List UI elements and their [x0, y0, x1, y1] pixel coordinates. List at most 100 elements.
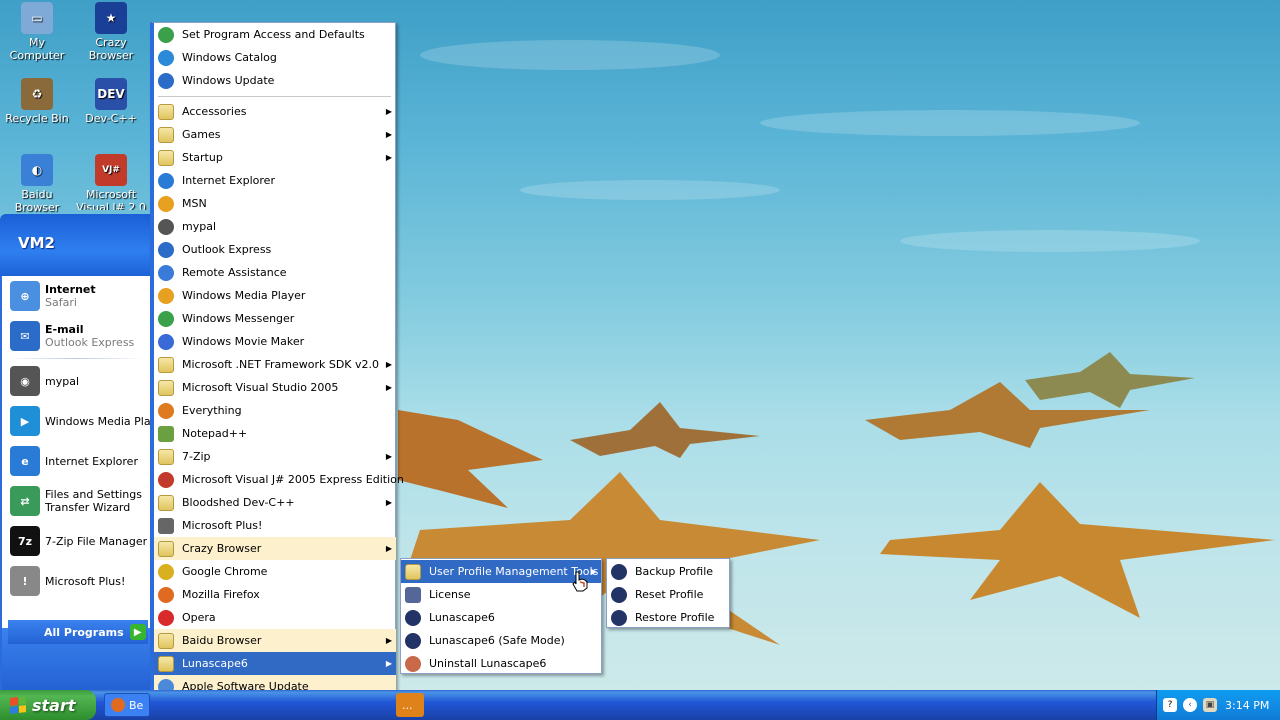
desktop-icon-label: Recycle Bin — [5, 112, 69, 125]
menu-item-msn[interactable]: MSN — [154, 192, 396, 215]
menu-item-restore-profile[interactable]: Restore Profile — [607, 606, 729, 629]
recycle-bin-icon: ♻ — [21, 78, 53, 110]
back-arrow-icon[interactable]: ‹ — [1183, 698, 1197, 712]
menu-item-label: mypal — [182, 220, 217, 233]
water-ripple — [900, 230, 1200, 252]
menu-item-microsoft-plus[interactable]: Microsoft Plus! — [154, 514, 396, 537]
recent-media-player[interactable]: ▶ Windows Media Player — [2, 401, 150, 441]
menu-item-label: Windows Update — [182, 74, 275, 87]
menu-item-opera[interactable]: Opera — [154, 606, 396, 629]
recent-microsoft-plus[interactable]: ! Microsoft Plus! — [2, 561, 150, 601]
taskbar-button-other[interactable]: ... — [396, 693, 424, 717]
menu-item-crazy-browser[interactable]: Crazy Browser ▶ — [154, 537, 396, 560]
desktop-icon-label: Dev-C++ — [85, 112, 137, 125]
desktop-icon-label: My Computer — [9, 36, 65, 62]
notepad-icon — [158, 425, 174, 442]
menu-item-windows-media-player[interactable]: Windows Media Player — [154, 284, 396, 307]
desktop-icon-visual-j[interactable]: VJ# Microsoft Visual J# 2.0 — [74, 154, 148, 210]
pinned-internet[interactable]: ⊕ Internet Safari — [2, 276, 150, 316]
menu-item-mypal[interactable]: mypal — [154, 215, 396, 238]
desktop-icon-label: Microsoft Visual J# 2.0 — [76, 188, 146, 210]
recent-transfer-wizard[interactable]: ⇄ Files and Settings Transfer Wizard — [2, 481, 150, 521]
menu-item-microsoft-net-framework-sdk-v2-0[interactable]: Microsoft .NET Framework SDK v2.0 ▶ — [154, 353, 396, 376]
menu-item-accessories[interactable]: Accessories ▶ — [154, 100, 396, 123]
menu-item-mozilla-firefox[interactable]: Mozilla Firefox — [154, 583, 396, 606]
menu-item-label: Restore Profile — [635, 611, 715, 624]
network-icon[interactable]: ▣ — [1203, 698, 1217, 712]
menu-item-label: Internet Explorer — [182, 174, 275, 187]
menu-item-7-zip[interactable]: 7-Zip ▶ — [154, 445, 396, 468]
dev-icon: DEV — [95, 78, 127, 110]
movie-maker-icon — [158, 333, 174, 350]
water-ripple — [520, 180, 780, 200]
all-programs-button[interactable]: All Programs ▶ — [8, 620, 148, 644]
starfish — [880, 482, 1275, 618]
transfer-icon: ⇄ — [10, 486, 40, 516]
starfish — [1025, 352, 1195, 408]
lunascape-icon — [611, 609, 627, 626]
menu-item-label: Google Chrome — [182, 565, 268, 578]
pinned-subtitle: Outlook Express — [45, 336, 135, 349]
system-tray: ? ‹ ▣ 3:14 PM — [1156, 690, 1280, 720]
menu-item-startup[interactable]: Startup ▶ — [154, 146, 396, 169]
update-icon — [158, 72, 174, 89]
menu-item-games[interactable]: Games ▶ — [154, 123, 396, 146]
menu-item-label: Outlook Express — [182, 243, 272, 256]
lunascape-icon — [405, 632, 421, 649]
start-menu-separator — [8, 358, 144, 359]
ie-icon: e — [10, 446, 40, 476]
menu-item-backup-profile[interactable]: Backup Profile — [607, 560, 729, 583]
recent-mypal[interactable]: ◉ mypal — [2, 361, 150, 401]
menu-item-internet-explorer[interactable]: Internet Explorer — [154, 169, 396, 192]
menu-item-reset-profile[interactable]: Reset Profile — [607, 583, 729, 606]
recent-label: 7-Zip File Manager — [45, 534, 148, 548]
start-button[interactable]: start — [0, 690, 96, 720]
start-menu-user: VM2 — [0, 214, 150, 276]
menu-item-lunascape6-safe-mode[interactable]: Lunascape6 (Safe Mode) — [401, 629, 601, 652]
menu-item-label: Startup — [182, 151, 223, 164]
start-menu-body: ⊕ Internet Safari ✉ E-mail Outlook Express… — [0, 276, 150, 628]
desktop-icon-recycle-bin[interactable]: ♻ Recycle Bin — [0, 78, 74, 125]
recent-internet-explorer[interactable]: e Internet Explorer — [2, 441, 150, 481]
desktop-icon-crazy-browser[interactable]: ★ Crazy Browser — [74, 2, 148, 62]
menu-item-label: Lunascape6 — [182, 657, 248, 670]
taskbar-button-browser[interactable]: Be — [104, 693, 150, 717]
pinned-email[interactable]: ✉ E-mail Outlook Express — [2, 316, 150, 356]
lunascape-icon — [611, 563, 627, 580]
menu-item-outlook-express[interactable]: Outlook Express — [154, 238, 396, 261]
menu-item-notepad[interactable]: Notepad++ — [154, 422, 396, 445]
ie-icon — [158, 172, 174, 189]
menu-item-remote-assistance[interactable]: Remote Assistance — [154, 261, 396, 284]
menu-item-windows-update[interactable]: Windows Update — [154, 69, 396, 92]
menu-item-windows-movie-maker[interactable]: Windows Movie Maker — [154, 330, 396, 353]
recent-7zip[interactable]: 7z 7-Zip File Manager — [2, 521, 150, 561]
menu-item-label: Microsoft Visual J# 2005 Express Edition — [182, 473, 404, 486]
menu-item-windows-catalog[interactable]: Windows Catalog — [154, 46, 396, 69]
water-ripple — [760, 110, 1140, 136]
submenu-arrow-icon: ▶ — [385, 360, 392, 369]
help-icon[interactable]: ? — [1163, 698, 1177, 712]
menu-item-label: Crazy Browser — [182, 542, 262, 555]
defaults-icon — [158, 26, 174, 43]
desktop-icon-dev-cpp[interactable]: DEV Dev-C++ — [74, 78, 148, 125]
safari-icon: ⊕ — [10, 281, 40, 311]
menu-item-microsoft-visual-studio-2005[interactable]: Microsoft Visual Studio 2005 ▶ — [154, 376, 396, 399]
menu-item-everything[interactable]: Everything — [154, 399, 396, 422]
desktop-icon-baidu-browser[interactable]: ◐ Baidu Browser — [0, 154, 74, 214]
menu-item-windows-messenger[interactable]: Windows Messenger — [154, 307, 396, 330]
menu-item-label: Windows Messenger — [182, 312, 295, 325]
desktop-icon-my-computer[interactable]: ▭ My Computer — [0, 2, 74, 62]
media-player-icon: ▶ — [10, 406, 40, 436]
menu-item-lunascape6[interactable]: Lunascape6 ▶ — [154, 652, 396, 675]
menu-item-lunascape6[interactable]: Lunascape6 — [401, 606, 601, 629]
menu-item-uninstall-lunascape6[interactable]: Uninstall Lunascape6 — [401, 652, 601, 675]
folder-icon — [158, 632, 174, 649]
menu-item-set-program-access-and-defaults[interactable]: Set Program Access and Defaults — [154, 23, 396, 46]
menu-item-bloodshed-dev-c[interactable]: Bloodshed Dev-C++ ▶ — [154, 491, 396, 514]
pinned-subtitle: Safari — [45, 296, 77, 309]
plus-icon — [158, 517, 174, 534]
menu-item-baidu-browser[interactable]: Baidu Browser ▶ — [154, 629, 396, 652]
menu-item-microsoft-visual-j-2005-express-edition[interactable]: Microsoft Visual J# 2005 Express Edition — [154, 468, 404, 491]
menu-item-label: Everything — [182, 404, 242, 417]
menu-item-google-chrome[interactable]: Google Chrome — [154, 560, 396, 583]
